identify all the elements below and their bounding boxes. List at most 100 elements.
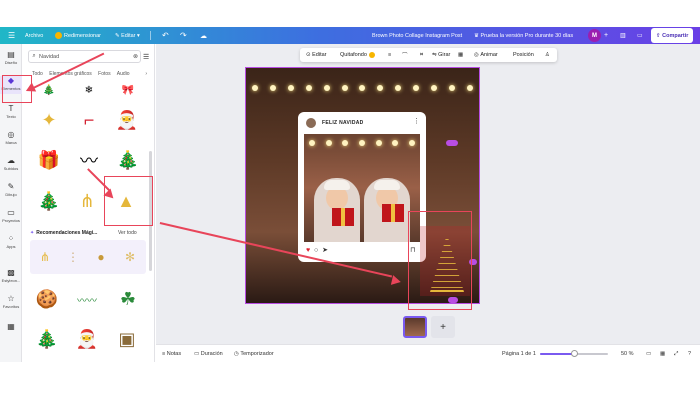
tab-todo[interactable]: Todo (32, 71, 43, 77)
document-title[interactable]: Brown Photo Collage Instagram Post (372, 27, 462, 44)
page-thumbnail[interactable] (403, 316, 427, 338)
element-tile[interactable]: ☘ (110, 280, 146, 318)
element-tile[interactable]: 🎄 (110, 142, 146, 178)
heart-icon[interactable]: ♥ (306, 247, 310, 254)
element-tile[interactable]: 🍪 (30, 280, 64, 318)
reco-title-label: Recomendaciones Mági... (36, 230, 98, 236)
more-options-icon[interactable]: ⋮ (413, 117, 420, 125)
element-tile[interactable]: ⋮ (60, 244, 86, 270)
grid-view-icon[interactable]: ▦ (660, 345, 665, 363)
post-photo[interactable] (304, 134, 420, 242)
element-tile[interactable]: 🎅 (68, 320, 106, 358)
element-tile[interactable]: 🎅 (108, 102, 146, 138)
position-button[interactable]: Posición (513, 48, 534, 62)
element-tile[interactable]: ● (88, 244, 114, 270)
rail-item-apps[interactable]: ⁘ Apps (0, 234, 22, 252)
element-tile[interactable]: 🎄 (30, 182, 68, 220)
duration-button[interactable]: ▭ Duración (194, 345, 223, 363)
pro-trial-link[interactable]: ♛ Prueba la versión Pro durante 30 días (474, 27, 573, 44)
instagram-post-frame[interactable]: FELIZ NAVIDAD ⋮ ♥ ○ ➤ ⊓ (298, 112, 426, 262)
rail-item-subidos[interactable]: ☁ Subidos (0, 156, 22, 174)
flip-label: Girar (438, 52, 451, 58)
transparency-icon[interactable]: ▦ (458, 48, 463, 62)
rail-label: Dibujo (5, 192, 17, 197)
zoom-slider-handle[interactable] (571, 350, 578, 357)
remove-background-button[interactable]: Quitafondo (340, 48, 375, 62)
insights-icon[interactable]: ▥ (620, 27, 626, 44)
redo-icon[interactable]: ↷ (180, 27, 187, 44)
crown-icon (368, 52, 375, 58)
rail-label: Marca (5, 140, 17, 145)
add-page-button[interactable]: + (431, 316, 455, 338)
element-tile[interactable]: ✦ (30, 102, 68, 138)
share-button[interactable]: ⇧ Compartir (651, 28, 694, 43)
draw-icon: ✎ (7, 182, 15, 191)
clear-icon[interactable]: ⊗ (133, 53, 138, 60)
rail-label: Diseño (4, 60, 18, 65)
animate-button[interactable]: ◎ Animar (474, 48, 498, 62)
edit-image-button[interactable]: ⊙ Editar (306, 48, 327, 62)
element-tile[interactable]: ✻ (116, 244, 144, 270)
comment-icon[interactable]: ○ (314, 247, 318, 254)
rail-item-texto[interactable]: T Texto (0, 104, 22, 122)
element-tile[interactable]: 〰 (70, 142, 108, 178)
see-all-link[interactable]: Ver todo (118, 230, 137, 236)
garland-icon: 〰〰 (77, 295, 97, 307)
rail-label: Apps (6, 244, 16, 249)
element-tile[interactable]: 🎄 (30, 320, 64, 358)
element-tile[interactable]: 🎁 (30, 142, 68, 178)
gingerbread-icon: 🍪 (35, 288, 59, 309)
edit-mode-button[interactable]: ✎ Editar ▾ (115, 27, 140, 44)
help-icon[interactable]: ? (688, 345, 691, 363)
rail-item-brand-kit[interactable]: ▩ Estyleon... (0, 268, 22, 286)
paint-format-icon[interactable]: ♙ (545, 48, 550, 62)
comment-icon[interactable]: ▭ (637, 27, 643, 44)
add-member-icon[interactable]: + (604, 27, 608, 44)
tab-audio[interactable]: Audio (117, 71, 130, 77)
notes-button[interactable]: ≡ Notas (162, 345, 181, 363)
element-tile[interactable]: ▣ (108, 320, 146, 358)
tree-icon: 🎄 (116, 149, 140, 170)
reco-strip: ⋔ ⋮ ● ✻ (30, 240, 146, 274)
rail-item-marca[interactable]: ◎ Marca (0, 130, 22, 148)
top-bar: ☰ Archivo Redimensionar ✎ Editar ▾ ↶ ↷ ☁… (0, 27, 700, 44)
page-counter[interactable]: Página 1 de 1 (502, 345, 536, 363)
rail-item-dibujo[interactable]: ✎ Dibujo (0, 182, 22, 200)
lines-icon[interactable]: ≡ (388, 48, 391, 62)
string-lights (304, 140, 420, 148)
tree-icon: 🎄 (35, 328, 59, 349)
element-tile[interactable]: ⌐ (72, 102, 106, 138)
share-label: Compartir (662, 32, 689, 39)
cloud-save-icon[interactable]: ☁ (200, 27, 207, 44)
element-tile[interactable]: ❄ (74, 84, 104, 96)
rail-item-diseno[interactable]: ▤ Diseño (0, 50, 22, 68)
post-username[interactable]: FELIZ NAVIDAD (322, 120, 364, 126)
rail-item-more[interactable]: ▦ (0, 322, 22, 336)
upload-icon: ☁ (7, 156, 15, 165)
element-tile[interactable]: 🎀 (110, 84, 146, 96)
resize-button[interactable]: Redimensionar (55, 27, 101, 44)
avatar[interactable]: M (588, 29, 601, 42)
send-icon[interactable]: ➤ (322, 247, 328, 254)
rail-item-proyectos[interactable]: ▭ Proyectos (0, 208, 22, 226)
chevron-right-icon[interactable]: › (145, 71, 147, 77)
flip-button[interactable]: ⇋ Girar (432, 48, 450, 62)
filter-icon[interactable]: ☰ (143, 53, 149, 61)
archivo-menu[interactable]: Archivo (25, 27, 43, 44)
rotate-handle-icon[interactable] (446, 140, 458, 146)
element-tile[interactable]: 〰〰 (66, 280, 108, 318)
tab-fotos[interactable]: Fotos (98, 71, 111, 77)
rail-item-favoritos[interactable]: ☆ Favoritos (0, 294, 22, 312)
undo-icon[interactable]: ↶ (162, 27, 169, 44)
fullscreen-icon[interactable]: ⤢ (674, 345, 678, 363)
element-tile[interactable]: ⋔ (32, 244, 58, 270)
element-tile[interactable]: ⋔ (70, 182, 104, 220)
crop-button[interactable]: ⌗ (420, 48, 423, 62)
curve-icon[interactable]: ⌒ (402, 48, 408, 62)
timer-button[interactable]: ◷ Temporizador (234, 345, 274, 363)
bauble-icon: ● (97, 250, 105, 264)
menu-icon[interactable]: ☰ (8, 27, 18, 44)
pages-view-icon[interactable]: ▭ (646, 345, 651, 363)
annotation-box-tile (104, 176, 153, 226)
zoom-value[interactable]: 50 % (621, 345, 634, 363)
